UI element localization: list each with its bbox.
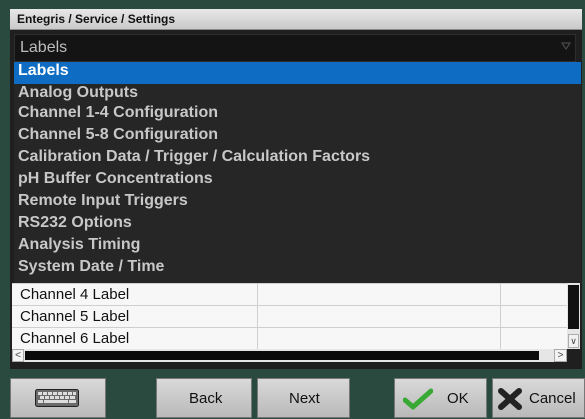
window-title: Entegris / Service / Settings [17, 12, 176, 26]
back-button[interactable]: Back [156, 378, 252, 418]
dropdown-item-label: Calibration Data / Trigger / Calculation… [18, 148, 371, 165]
dropdown-item-label: pH Buffer Concentrations [18, 170, 213, 187]
dropdown-item-calibration[interactable]: Calibration Data / Trigger / Calculation… [14, 148, 581, 170]
keyboard-button[interactable] [10, 378, 106, 418]
row-label: Channel 6 Label [20, 330, 130, 347]
dropdown-item-channel-1-4[interactable]: Channel 1-4 Configuration [14, 104, 581, 126]
title-bar: Entegris / Service / Settings [10, 9, 582, 30]
horizontal-scrollbar[interactable]: < > [12, 349, 567, 362]
dropdown-item-label: System Date / Time [18, 258, 165, 275]
cancel-button-label: Cancel [529, 390, 576, 407]
dropdown-item-labels[interactable]: Labels [14, 62, 581, 84]
table-row[interactable]: Channel 6 Label [12, 327, 567, 350]
chevron-down-icon[interactable] [561, 41, 571, 53]
column-divider [500, 328, 501, 350]
next-button-label: Next [289, 390, 320, 407]
dropdown-item-label: Remote Input Triggers [18, 192, 188, 209]
dropdown-item-remote-input[interactable]: Remote Input Triggers [14, 192, 581, 214]
scroll-left-icon[interactable]: < [12, 349, 24, 362]
dropdown-item-ph-buffer[interactable]: pH Buffer Concentrations [14, 170, 581, 192]
dropdown-item-label: RS232 Options [18, 214, 132, 231]
table-row[interactable]: Channel 5 Label [12, 305, 567, 328]
row-label: Channel 5 Label [20, 308, 130, 325]
x-icon [498, 388, 522, 410]
dropdown-item-rs232[interactable]: RS232 Options [14, 214, 581, 236]
column-divider [500, 284, 501, 306]
labels-table: Channel 4 Label Channel 5 Label Channel … [12, 283, 567, 350]
keyboard-icon [35, 389, 79, 407]
scroll-right-icon[interactable]: > [554, 349, 567, 362]
dropdown-item-label: Channel 1-4 Configuration [18, 104, 218, 121]
next-button[interactable]: Next [257, 378, 350, 418]
dropdown-item-label: Channel 5-8 Configuration [18, 126, 218, 143]
cancel-button[interactable]: Cancel [492, 378, 585, 418]
dropdown-item-system-date[interactable]: System Date / Time [14, 258, 581, 280]
scroll-down-icon[interactable]: ∨ [568, 334, 579, 348]
dropdown-item-label: Analog Outputs [18, 84, 138, 101]
ok-button-label: OK [447, 390, 469, 407]
app-frame: Entegris / Service / Settings Labels Lab… [0, 0, 585, 419]
dropdown-item-channel-5-8[interactable]: Channel 5-8 Configuration [14, 126, 581, 148]
column-divider [257, 328, 258, 350]
back-button-label: Back [189, 390, 223, 407]
column-divider [500, 306, 501, 328]
ok-button[interactable]: OK [394, 378, 487, 418]
section-dropdown-list: Labels Analog Outputs Channel 1-4 Config… [14, 62, 581, 284]
scroll-track[interactable] [25, 351, 539, 360]
column-divider [257, 306, 258, 328]
vertical-scrollbar[interactable]: ∨ [567, 283, 580, 349]
column-divider [257, 284, 258, 306]
dropdown-item-analysis-timing[interactable]: Analysis Timing [14, 236, 581, 258]
section-select-value: Labels [20, 39, 68, 56]
settings-window: Entegris / Service / Settings Labels Lab… [10, 9, 582, 369]
dropdown-item-label: Labels [18, 62, 69, 79]
section-select[interactable]: Labels [14, 34, 576, 62]
scroll-thumb[interactable] [568, 285, 579, 329]
dropdown-item-label: Analysis Timing [18, 236, 141, 253]
table-row[interactable]: Channel 4 Label [12, 283, 567, 306]
row-label: Channel 4 Label [20, 286, 130, 303]
checkmark-icon [403, 388, 433, 410]
dropdown-item-analog-outputs[interactable]: Analog Outputs [14, 84, 581, 106]
